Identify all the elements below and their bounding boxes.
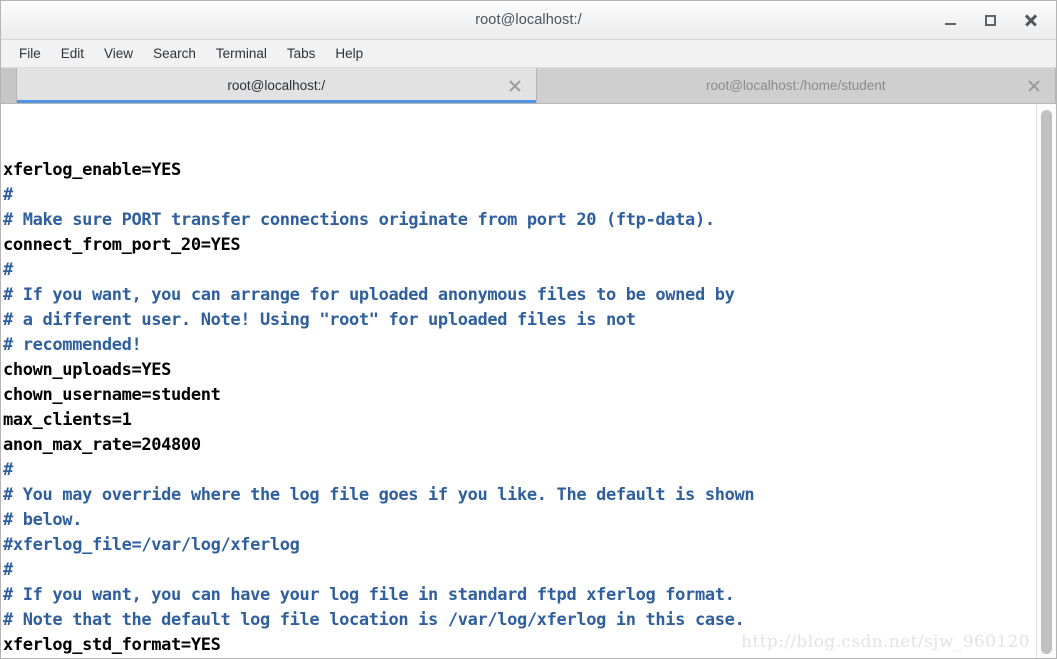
terminal-line: xferlog_enable=YES <box>3 158 1036 183</box>
terminal-scrollbar[interactable] <box>1036 104 1056 658</box>
terminal-line-text: # <box>3 185 13 205</box>
terminal-line-text: # Note that the default log file locatio… <box>3 610 745 630</box>
terminal-line-text: # <box>3 460 13 480</box>
terminal-line: # <box>3 258 1036 283</box>
terminal-line-text: # a different user. Note! Using "root" f… <box>3 310 636 330</box>
tab-label: root@localhost:/ <box>227 78 326 93</box>
window-title: root@localhost:/ <box>475 12 582 28</box>
terminal-line: # If you want, you can have your log fil… <box>3 583 1036 608</box>
terminal-line-text: # If you want, you can arrange for uploa… <box>3 285 735 305</box>
tab-bar: root@localhost:/ root@localhost:/home/st… <box>1 68 1056 104</box>
menu-item-search[interactable]: Search <box>143 43 206 64</box>
terminal-line: # a different user. Note! Using "root" f… <box>3 308 1036 333</box>
terminal-line-text: connect_from_port_20=YES <box>3 235 241 255</box>
menu-item-edit[interactable]: Edit <box>51 43 94 64</box>
maximize-icon <box>984 14 996 26</box>
terminal-line-text: anon_max_rate=204800 <box>3 435 201 455</box>
terminal-line-text: max_clients=1 <box>3 410 132 430</box>
menu-item-view[interactable]: View <box>94 43 143 64</box>
maximize-button[interactable] <box>980 10 1000 30</box>
minimize-button[interactable] <box>940 10 960 30</box>
terminal-line: #xferlog_file=/var/log/xferlog <box>3 533 1036 558</box>
menu-item-terminal[interactable]: Terminal <box>206 43 277 64</box>
menu-bar: File Edit View Search Terminal Tabs Help <box>1 40 1056 68</box>
terminal-window: root@localhost:/ File Edit View Search T… <box>0 0 1057 659</box>
menu-item-file[interactable]: File <box>9 43 51 64</box>
terminal-line-text: # If you want, you can have your log fil… <box>3 585 735 605</box>
terminal-line: # recommended! <box>3 333 1036 358</box>
terminal-line-text: chown_uploads=YES <box>3 360 172 380</box>
tab-close-icon[interactable] <box>508 79 522 93</box>
terminal-line: connect_from_port_20=YES <box>3 233 1036 258</box>
close-icon <box>1024 14 1037 27</box>
terminal-line: # You may override where the log file go… <box>3 483 1036 508</box>
terminal-line-text: # <box>3 260 13 280</box>
terminal-line-text: chown_username=student <box>3 385 221 405</box>
minimize-icon <box>944 22 956 25</box>
tab-root-localhost-home-student[interactable]: root@localhost:/home/student <box>536 68 1056 103</box>
terminal-line: anon_max_rate=204800 <box>3 433 1036 458</box>
terminal-line: # <box>3 558 1036 583</box>
tab-close-icon[interactable] <box>1027 79 1041 93</box>
terminal-line: # <box>3 183 1036 208</box>
window-controls <box>940 1 1048 39</box>
terminal-line-text: # recommended! <box>3 335 142 355</box>
tab-root-localhost-root[interactable]: root@localhost:/ <box>17 68 537 103</box>
terminal-line: # below. <box>3 508 1036 533</box>
terminal-line-text: xferlog_enable=YES <box>3 160 181 180</box>
close-button[interactable] <box>1020 10 1040 30</box>
terminal-line-text: # You may override where the log file go… <box>3 485 755 505</box>
terminal-line-text: #xferlog_file=/var/log/xferlog <box>3 535 300 555</box>
tab-bar-edge <box>1 68 17 103</box>
terminal-line: max_clients=1 <box>3 408 1036 433</box>
terminal-line-text: # Make sure PORT transfer connections or… <box>3 210 715 230</box>
terminal-line-text: # <box>3 560 13 580</box>
menu-item-tabs[interactable]: Tabs <box>277 43 326 64</box>
terminal-line: chown_username=student <box>3 383 1036 408</box>
terminal-output[interactable]: xferlog_enable=YES # # Make sure PORT tran… <box>1 104 1036 658</box>
title-bar: root@localhost:/ <box>1 1 1056 40</box>
watermark-text: http://blog.csdn.net/sjw_960120 <box>741 632 1030 652</box>
terminal-line: chown_uploads=YES <box>3 358 1036 383</box>
terminal-line: # Make sure PORT transfer connections or… <box>3 208 1036 233</box>
terminal-line-text: # below. <box>3 510 83 530</box>
terminal-line-text: xferlog_std_format=YES <box>3 635 221 655</box>
menu-item-help[interactable]: Help <box>325 43 373 64</box>
scrollbar-thumb[interactable] <box>1041 110 1052 654</box>
terminal-line: # If you want, you can arrange for uploa… <box>3 283 1036 308</box>
terminal-area: xferlog_enable=YES # # Make sure PORT tran… <box>1 104 1056 658</box>
terminal-line: # <box>3 458 1036 483</box>
tab-label: root@localhost:/home/student <box>705 78 886 93</box>
